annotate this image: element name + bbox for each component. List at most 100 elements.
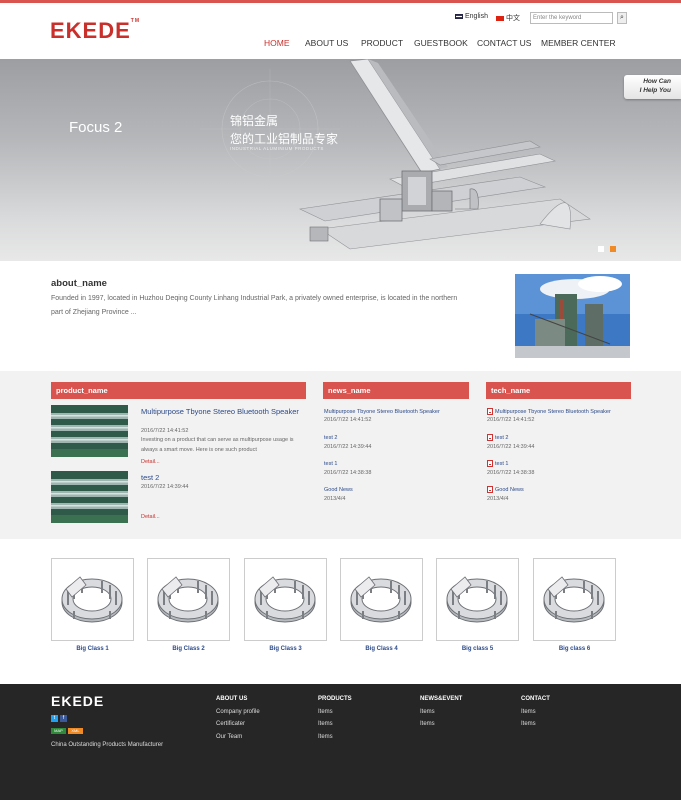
news-item-date-4: 2013/4/4 <box>324 496 346 502</box>
search-input[interactable]: Enter the keyword <box>530 12 613 24</box>
footer-contact-item[interactable]: Items <box>521 721 536 727</box>
site-header: EKEDETM English 中文 Enter the keyword ⌕ H… <box>0 3 681 59</box>
slider-dot-2[interactable] <box>610 246 616 252</box>
tech-item-4[interactable]: Good News <box>487 486 524 493</box>
footer-logo[interactable]: EKEDE <box>51 693 104 709</box>
lang-english[interactable]: English <box>455 13 488 20</box>
product-class-image-3[interactable] <box>244 558 327 641</box>
pdf-icon <box>487 408 493 415</box>
product-class-image-4[interactable] <box>340 558 423 641</box>
nav-product[interactable]: PRODUCT <box>361 38 403 48</box>
hero-banner: Focus 2 锦铝金属 您的工业铝制品专家 INDUSTRIAL ALUMIN… <box>0 59 681 261</box>
tech-item-1[interactable]: Multipurpose Tbyone Stereo Bluetooth Spe… <box>487 408 611 415</box>
needle-bearing-image <box>543 576 605 623</box>
product-class-label-3[interactable]: Big Class 3 <box>244 646 327 652</box>
pdf-icon <box>487 486 493 493</box>
slider-dot-1[interactable] <box>598 246 604 252</box>
needle-bearing-image <box>254 576 316 623</box>
needle-bearing-image <box>61 576 123 623</box>
nav-home[interactable]: HOME <box>264 38 290 48</box>
footer-products-item[interactable]: Items <box>318 709 333 715</box>
tech-item-title-4: Good News <box>495 486 524 493</box>
footer-about-heading: ABOUT US <box>216 696 248 702</box>
needle-bearing-image <box>446 576 508 623</box>
aluminium-profiles-image <box>200 59 591 250</box>
product-date-1: 2016/7/22 14:41:52 <box>141 428 189 434</box>
site-logo[interactable]: EKEDETM <box>50 18 140 44</box>
footer-news-item[interactable]: Items <box>420 709 435 715</box>
search-icon: ⌕ <box>620 14 624 21</box>
footer-link-certificater[interactable]: Certificater <box>216 721 245 727</box>
product-class-image-6[interactable] <box>533 558 616 641</box>
about-text: Founded in 1997, located in Huzhou Deqin… <box>51 295 458 316</box>
twitter-icon[interactable]: t <box>51 715 58 722</box>
content-section: product_name news_name tech_name Multipu… <box>0 371 681 539</box>
help-line-2: I Help You <box>639 86 671 94</box>
xml-badge[interactable]: XML <box>68 728 83 734</box>
product-detail-link-2[interactable]: Detail... <box>141 514 160 520</box>
product-thumbnail-2[interactable] <box>51 471 128 523</box>
pdf-icon <box>487 460 493 467</box>
product-desc-1: Investing on a product that can serve as… <box>141 437 294 453</box>
tech-header: tech_name <box>486 382 631 399</box>
product-class-label-6[interactable]: Big class 6 <box>533 646 616 652</box>
news-item-title-4[interactable]: Good News <box>324 487 353 493</box>
banner-cn-subtitle: 您的工业铝制品专家 <box>230 132 339 146</box>
needle-bearing-image <box>350 576 412 623</box>
footer-news-item[interactable]: Items <box>420 721 435 727</box>
tech-item-title-1: Multipurpose Tbyone Stereo Bluetooth Spe… <box>495 408 611 415</box>
footer-link-our-team[interactable]: Our Team <box>216 734 242 740</box>
tech-item-date-4: 2013/4/4 <box>487 496 509 502</box>
map-badge[interactable]: MAP <box>51 728 66 734</box>
banner-cn-title: 锦铝金属 <box>230 114 279 128</box>
product-class-image-5[interactable] <box>436 558 519 641</box>
tech-item-date-1: 2016/7/22 14:41:52 <box>487 417 535 423</box>
product-class-label-2[interactable]: Big Class 2 <box>147 646 230 652</box>
banner-caption: Focus 2 <box>69 119 123 136</box>
product-class-label-5[interactable]: Big class 5 <box>436 646 519 652</box>
news-item-title-2[interactable]: test 2 <box>324 435 337 441</box>
help-tab[interactable]: How Can I Help You <box>624 75 681 99</box>
product-thumbnail-1[interactable] <box>51 405 128 457</box>
about-factory-image <box>515 274 630 358</box>
nav-guestbook[interactable]: GUESTBOOK <box>414 38 468 48</box>
tech-item-date-2: 2016/7/22 14:39:44 <box>487 444 535 450</box>
facebook-icon[interactable]: f <box>60 715 67 722</box>
china-flag-icon <box>496 15 504 21</box>
tech-item-date-3: 2016/7/22 14:38:38 <box>487 470 535 476</box>
logo-trademark: TM <box>130 18 141 24</box>
footer-contact-heading: CONTACT <box>521 696 550 702</box>
footer-products-item[interactable]: Items <box>318 734 333 740</box>
lang-chinese-label: 中文 <box>506 15 520 22</box>
product-title-2[interactable]: test 2 <box>141 472 159 483</box>
nav-about-us[interactable]: ABOUT US <box>305 38 348 48</box>
news-item-title-1[interactable]: Multipurpose Tbyone Stereo Bluetooth Spe… <box>324 409 440 415</box>
nav-contact-us[interactable]: CONTACT US <box>477 38 531 48</box>
footer-contact-item[interactable]: Items <box>521 709 536 715</box>
footer-products-item[interactable]: Items <box>318 721 333 727</box>
pdf-icon <box>487 434 493 441</box>
tech-item-3[interactable]: test 1 <box>487 460 508 467</box>
product-class-label-4[interactable]: Big Class 4 <box>340 646 423 652</box>
news-item-title-3[interactable]: test 1 <box>324 461 337 467</box>
nav-member-center[interactable]: MEMBER CENTER <box>541 38 616 48</box>
product-class-label-1[interactable]: Big Class 1 <box>51 646 134 652</box>
help-line-1: How Can <box>643 78 671 85</box>
product-title-1[interactable]: Multipurpose Tbyone Stereo Bluetooth Spe… <box>141 406 301 417</box>
tech-item-2[interactable]: test 2 <box>487 434 508 441</box>
lang-chinese[interactable]: 中文 <box>496 13 520 23</box>
tech-item-title-2: test 2 <box>495 434 509 441</box>
search-button[interactable]: ⌕ <box>617 12 627 24</box>
product-class-image-2[interactable] <box>147 558 230 641</box>
product-header: product_name <box>51 382 306 399</box>
needle-bearing-image <box>157 576 219 623</box>
product-detail-link-1[interactable]: Detail... <box>141 459 160 465</box>
footer-link-company-profile[interactable]: Company profile <box>216 709 260 715</box>
footer-tagline: China Outstanding Products Manufacturer <box>51 742 164 748</box>
product-class-image-1[interactable] <box>51 558 134 641</box>
footer-news-heading: NEWS&EVENT <box>420 696 463 702</box>
news-item-date-3: 2016/7/22 14:38:38 <box>324 470 372 476</box>
news-item-date-1: 2016/7/22 14:41:52 <box>324 417 372 423</box>
banner-en-subtitle: INDUSTRIAL ALUMINIUM PRODUCTS <box>230 146 324 151</box>
uk-flag-icon <box>455 14 463 19</box>
